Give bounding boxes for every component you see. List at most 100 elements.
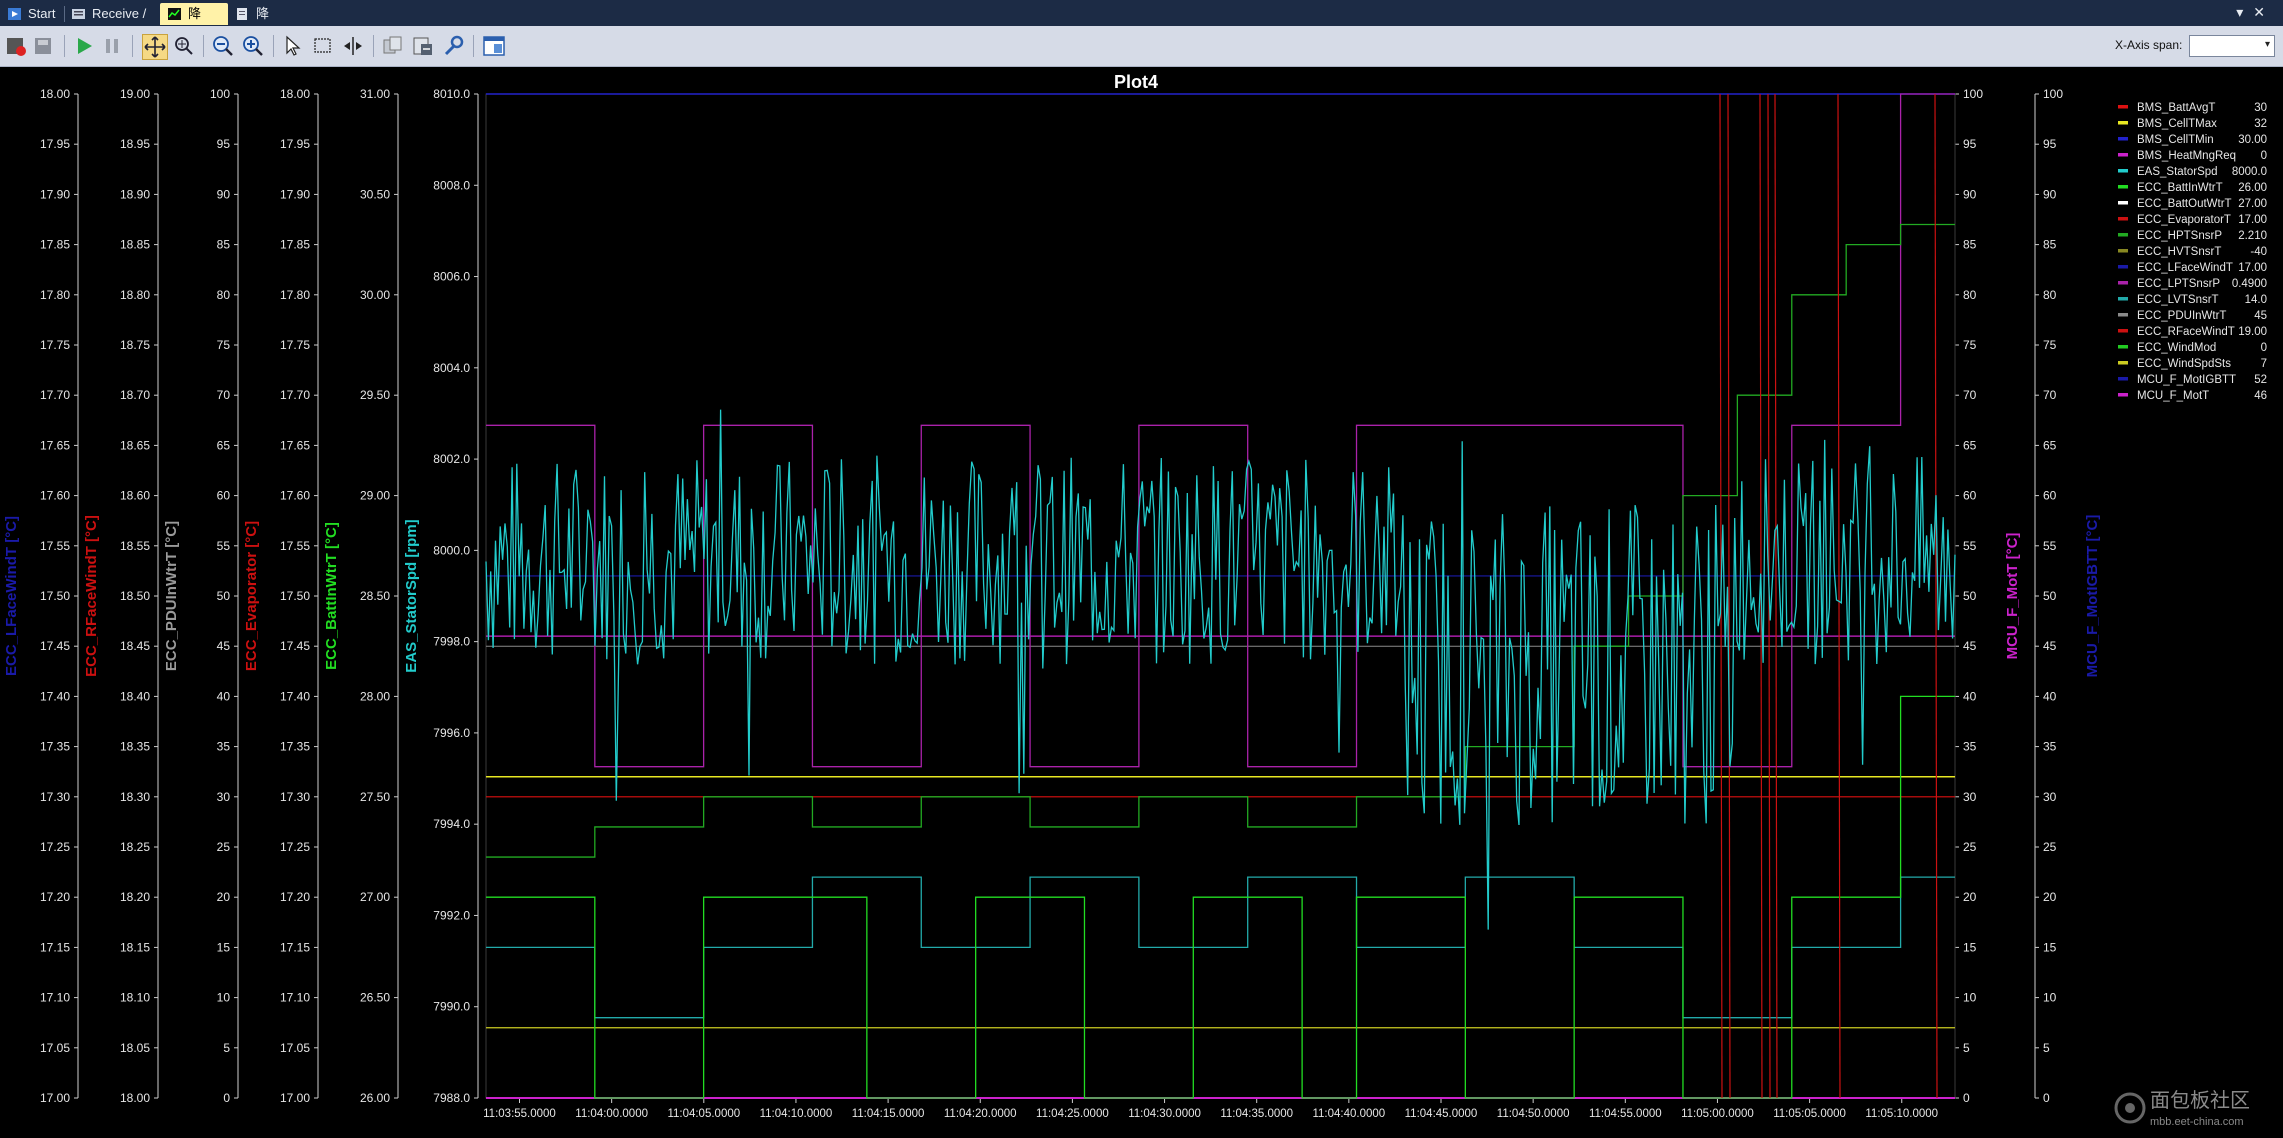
tick-label: 17.40 bbox=[40, 689, 70, 703]
axis-label: MCU_F_MotT [°C] bbox=[2004, 533, 2021, 660]
tick-label: 28.50 bbox=[360, 589, 390, 603]
x-tick-label: 11:04:05.0000 bbox=[667, 1108, 740, 1120]
tick-label: 20 bbox=[1963, 890, 1977, 904]
select-icon[interactable] bbox=[281, 34, 305, 58]
tick-label: 55 bbox=[217, 539, 231, 553]
legend-swatch bbox=[2118, 233, 2128, 237]
tick-label: 17.40 bbox=[280, 689, 310, 703]
axis-label: MCU_F_MotIGBTT [°C] bbox=[2084, 515, 2101, 678]
tick-label: 17.50 bbox=[40, 589, 70, 603]
tick-label: 18.40 bbox=[120, 689, 150, 703]
save-icon[interactable] bbox=[32, 34, 56, 58]
tick-label: 17.20 bbox=[40, 890, 70, 904]
tick-label: 100 bbox=[1963, 87, 1983, 101]
zoom-fit-icon[interactable] bbox=[172, 34, 196, 58]
tab-plot-file[interactable]: 降温-2.plt bbox=[160, 3, 230, 43]
axis-label: ECC_BattInWtrT [°C] bbox=[323, 522, 340, 670]
zoom-in-icon[interactable] bbox=[241, 34, 265, 58]
x-tick-label: 11:04:50.0000 bbox=[1497, 1108, 1570, 1120]
tick-label: 20 bbox=[2043, 890, 2057, 904]
legend-swatch bbox=[2118, 265, 2128, 269]
tick-label: 80 bbox=[217, 288, 231, 302]
xaxis-span-select[interactable]: ▾ bbox=[2189, 35, 2275, 57]
legend-item[interactable]: BMS_CellTMin 30.00 bbox=[2118, 134, 2267, 146]
legend-swatch bbox=[2118, 169, 2128, 173]
tick-label: 17.95 bbox=[40, 137, 70, 151]
tick-label: 8002.0 bbox=[433, 452, 470, 466]
legend-item[interactable]: ECC_BattOutWtrT 27.00 bbox=[2118, 198, 2267, 210]
tick-label: 30 bbox=[1963, 790, 1977, 804]
tick-label: 75 bbox=[2043, 338, 2057, 352]
tick-label: 18.20 bbox=[120, 890, 150, 904]
tick-label: 8000.0 bbox=[433, 543, 470, 557]
tick-label: 17.20 bbox=[280, 890, 310, 904]
legend-series-name: BMS_BattAvgT bbox=[2137, 102, 2215, 114]
legend-item[interactable]: ECC_EvaporatorT 17.00 bbox=[2118, 214, 2267, 226]
tab-start-page[interactable]: Start Page bbox=[0, 3, 64, 43]
legend-series-name: ECC_LPTSnsrP bbox=[2137, 278, 2220, 290]
export-icon[interactable] bbox=[411, 34, 435, 58]
tick-label: 5 bbox=[2043, 1041, 2050, 1055]
legend-series-value: 26.00 bbox=[2238, 182, 2267, 194]
window-controls[interactable]: ▾✕ bbox=[2236, 4, 2275, 21]
layout-icon[interactable] bbox=[482, 34, 506, 58]
toolbar-separator bbox=[373, 35, 374, 57]
legend-series-value: 30 bbox=[2254, 102, 2267, 114]
tab-receive-transmit[interactable]: Receive / Transmit bbox=[64, 3, 159, 43]
record-icon[interactable] bbox=[4, 34, 28, 58]
cursor-icon[interactable] bbox=[341, 34, 365, 58]
tick-label: 18.45 bbox=[120, 639, 150, 653]
tick-label: 80 bbox=[2043, 288, 2057, 302]
legend-item[interactable]: ECC_LPTSnsrP 0.4900 bbox=[2118, 278, 2267, 290]
legend-swatch bbox=[2118, 281, 2128, 285]
toolbar-separator bbox=[473, 35, 474, 57]
tick-label: 18.70 bbox=[120, 388, 150, 402]
tick-label: 17.85 bbox=[280, 238, 310, 252]
plot-area[interactable]: 18.00 17.95 17.90 17.85 17.80 17.75 17.70 17.65… bbox=[0, 67, 2283, 1138]
legend-item[interactable]: ECC_LFaceWindT 17.00 bbox=[2118, 262, 2267, 274]
tick-label: 8010.0 bbox=[433, 87, 470, 101]
legend-series-name: ECC_EvaporatorT bbox=[2137, 214, 2231, 226]
x-tick-label: 11:03:55.0000 bbox=[483, 1108, 556, 1120]
tick-label: 90 bbox=[1963, 187, 1977, 201]
tick-label: 10 bbox=[1963, 991, 1977, 1005]
tick-label: 28.00 bbox=[360, 689, 390, 703]
legend-swatch bbox=[2118, 249, 2128, 253]
pause-icon[interactable] bbox=[100, 34, 124, 58]
dropdown-icon[interactable]: ▾ bbox=[2236, 4, 2253, 20]
close-icon[interactable]: ✕ bbox=[2253, 4, 2275, 20]
tick-label: 45 bbox=[217, 639, 231, 653]
tick-label: 18.75 bbox=[120, 338, 150, 352]
legend-item[interactable]: ECC_LVTSnsrT 14.0 bbox=[2118, 294, 2267, 306]
tick-label: 0 bbox=[1963, 1091, 1970, 1105]
settings-icon[interactable] bbox=[441, 34, 465, 58]
legend-item[interactable]: ECC_HPTSnsrP 2.210 bbox=[2118, 230, 2267, 242]
axis-label: ECC_RFaceWindT [°C] bbox=[83, 515, 100, 677]
tick-label: 35 bbox=[217, 740, 231, 754]
tick-label: 65 bbox=[1963, 438, 1977, 452]
zoom-out-icon[interactable] bbox=[211, 34, 235, 58]
tab-trace-file[interactable]: 降温-2.trc bbox=[228, 3, 299, 43]
pan-icon[interactable] bbox=[142, 34, 168, 60]
legend-series-name: MCU_F_MotT bbox=[2137, 390, 2209, 402]
tick-label: 8006.0 bbox=[433, 270, 470, 284]
x-tick-label: 11:05:05.0000 bbox=[1773, 1108, 1846, 1120]
tick-label: 0 bbox=[223, 1091, 230, 1105]
tick-label: 17.65 bbox=[280, 438, 310, 452]
x-tick-label: 11:04:45.0000 bbox=[1405, 1108, 1478, 1120]
play-icon[interactable] bbox=[72, 34, 96, 58]
tick-label: 17.90 bbox=[280, 187, 310, 201]
tab-bar: Start Page Receive / Transmit 降温-2.plt 降… bbox=[0, 0, 2283, 43]
tick-label: 15 bbox=[1963, 940, 1977, 954]
rectangle-select-icon[interactable] bbox=[311, 34, 335, 58]
chevron-down-icon[interactable]: ▾ bbox=[2265, 39, 2270, 50]
tick-label: 18.30 bbox=[120, 790, 150, 804]
tick-label: 18.80 bbox=[120, 288, 150, 302]
tick-label: 45 bbox=[1963, 639, 1977, 653]
copy-icon[interactable] bbox=[381, 34, 405, 58]
legend-item[interactable]: ECC_RFaceWindT 19.00 bbox=[2118, 326, 2267, 338]
legend-item[interactable]: EAS_StatorSpd 8000.0 bbox=[2118, 166, 2267, 178]
legend-swatch bbox=[2118, 393, 2128, 397]
toolbar: X-Axis span: ▾ bbox=[0, 26, 2283, 67]
legend-item[interactable]: ECC_BattInWtrT 26.00 bbox=[2118, 182, 2267, 194]
